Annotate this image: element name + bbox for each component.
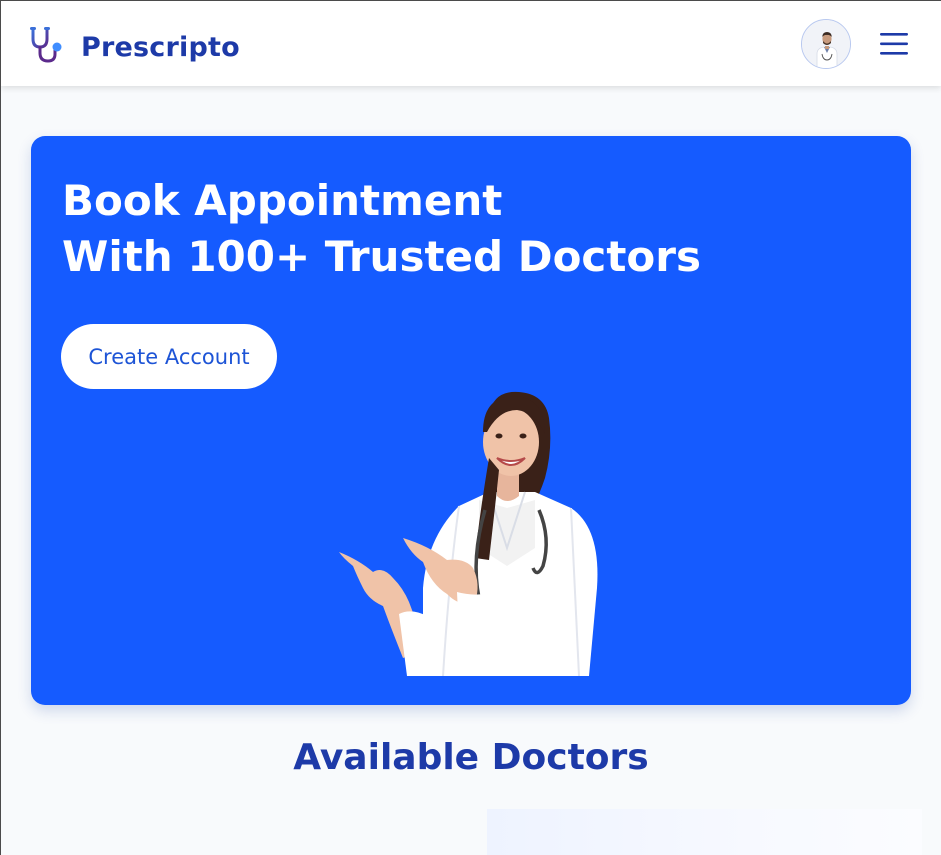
stethoscope-icon [27, 25, 67, 70]
create-account-button[interactable]: Create Account [61, 324, 277, 389]
hero-title-line2: With 100+ Trusted Doctors [62, 232, 701, 281]
profile-avatar[interactable] [801, 19, 851, 69]
hamburger-menu-icon[interactable] [879, 31, 909, 57]
hero-title: Book Appointment With 100+ Trusted Docto… [62, 173, 882, 285]
doctor-avatar-icon [802, 20, 850, 68]
available-doctors-heading: Available Doctors [293, 737, 649, 778]
hero-title-line1: Book Appointment [62, 176, 503, 225]
brand-name: Prescripto [81, 32, 240, 63]
hero-banner: Book Appointment With 100+ Trusted Docto… [31, 136, 911, 705]
doctor-card-preview[interactable] [487, 809, 922, 855]
navbar: Prescripto [1, 1, 941, 86]
brand-logo[interactable]: Prescripto [27, 25, 240, 70]
doctor-illustration [339, 388, 607, 677]
page: Prescripto Book Appointment With 100+ Tr… [0, 0, 941, 855]
